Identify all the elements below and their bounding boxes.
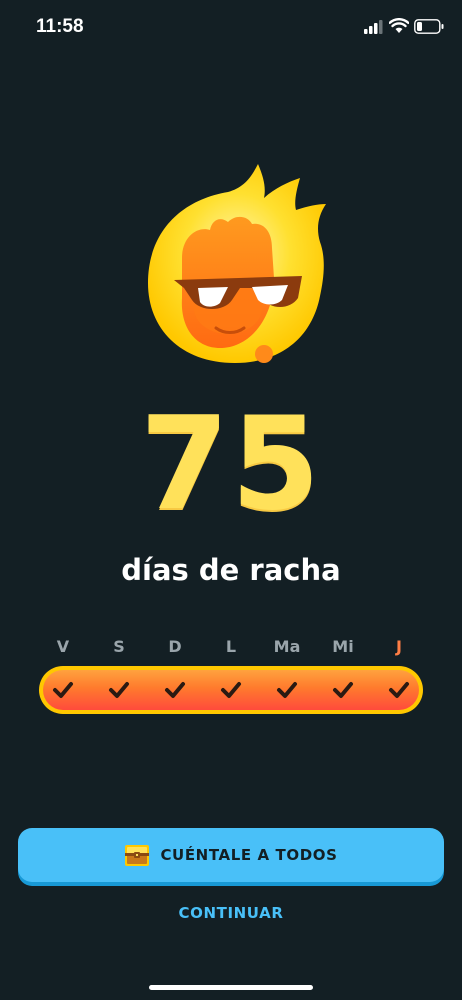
day-label-tuesday: Ma bbox=[273, 637, 301, 656]
day-label-monday: L bbox=[225, 637, 237, 656]
day-label-thursday-today: J bbox=[396, 637, 402, 656]
status-bar: 11:58 bbox=[0, 0, 462, 56]
check-icon bbox=[53, 682, 73, 698]
week-day-labels: V S D L Ma Mi J bbox=[36, 637, 426, 661]
day-label-saturday: S bbox=[113, 637, 125, 656]
week-streak-bar-fill bbox=[43, 670, 419, 710]
share-button[interactable]: CUÉNTALE A TODOS bbox=[18, 828, 444, 882]
check-icon bbox=[221, 682, 241, 698]
check-icon bbox=[389, 682, 409, 698]
day-label-wednesday: Mi bbox=[332, 637, 354, 656]
home-indicator bbox=[149, 985, 313, 990]
week-streak-bar bbox=[39, 666, 423, 714]
streak-count: 75 bbox=[139, 390, 323, 539]
wifi-icon bbox=[389, 18, 409, 33]
check-icon bbox=[165, 682, 185, 698]
check-icon bbox=[277, 682, 297, 698]
check-icon bbox=[109, 682, 129, 698]
flame-mascot-sunglasses-icon bbox=[148, 164, 326, 363]
treasure-chest-icon bbox=[125, 845, 150, 866]
streak-label: días de racha bbox=[121, 553, 341, 587]
day-label-friday: V bbox=[56, 637, 70, 656]
status-time: 11:58 bbox=[36, 16, 84, 37]
signal-icon bbox=[364, 20, 383, 34]
day-label-sunday: D bbox=[168, 637, 182, 656]
check-icon bbox=[333, 682, 353, 698]
battery-icon bbox=[414, 19, 444, 34]
share-button-label: CUÉNTALE A TODOS bbox=[160, 846, 338, 864]
continue-button[interactable]: CONTINUAR bbox=[0, 904, 462, 922]
